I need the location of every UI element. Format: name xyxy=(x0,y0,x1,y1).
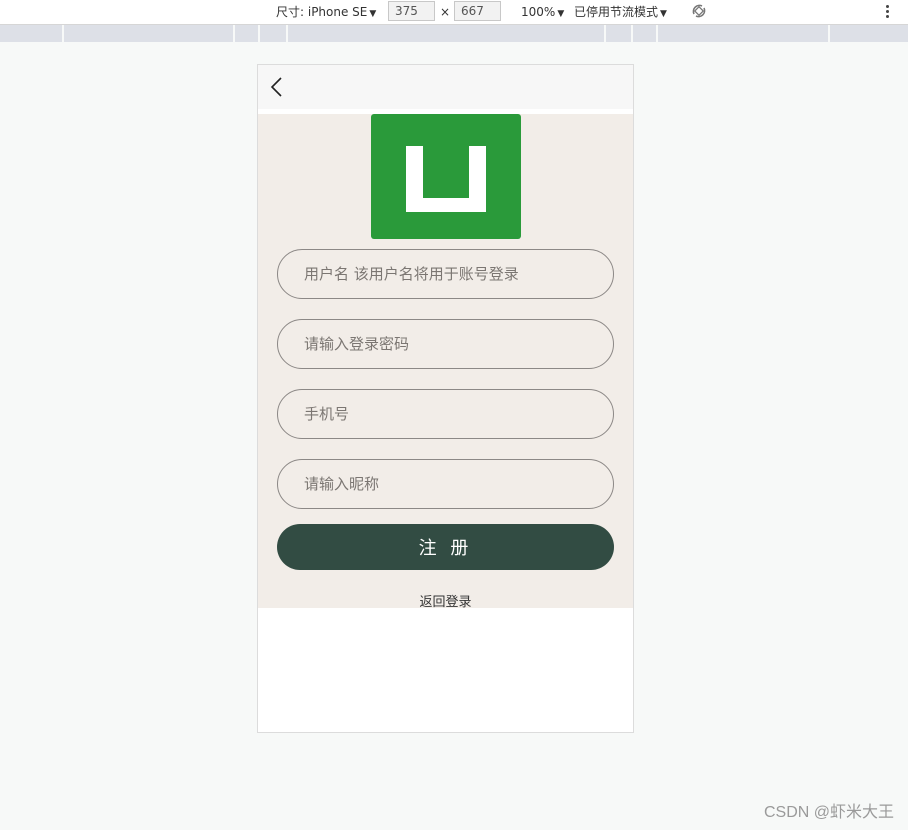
zoom-select[interactable]: 100% ▼ xyxy=(521,4,564,22)
more-options-icon[interactable] xyxy=(884,4,890,20)
password-input[interactable] xyxy=(277,319,614,369)
times-label: × xyxy=(440,5,451,19)
device-label: 尺寸: iPhone SE xyxy=(276,5,368,19)
throttle-label: 已停用节流模式 xyxy=(574,5,659,19)
caret-down-icon: ▼ xyxy=(557,9,565,19)
throttle-select[interactable]: 已停用节流模式 ▼ xyxy=(574,4,667,22)
nav-bar xyxy=(258,65,633,109)
register-button[interactable]: 注 册 xyxy=(277,524,614,570)
logo-u-icon xyxy=(406,146,486,212)
nickname-input[interactable] xyxy=(277,459,614,509)
width-input[interactable]: 375 xyxy=(388,1,435,21)
app-logo xyxy=(371,114,521,239)
watermark: CSDN @虾米大王 xyxy=(763,804,894,821)
device-select[interactable]: 尺寸: iPhone SE ▼ xyxy=(276,4,376,22)
caret-down-icon: ▼ xyxy=(660,9,667,19)
zoom-label: 100% xyxy=(521,5,556,19)
phone-viewport: 注 册 返回登录 xyxy=(257,64,634,733)
media-query-bar xyxy=(0,25,908,42)
height-input[interactable]: 667 xyxy=(454,1,501,21)
username-input[interactable] xyxy=(277,249,614,299)
back-arrow-icon[interactable] xyxy=(268,75,288,99)
back-to-login-link[interactable]: 返回登录 xyxy=(258,591,633,610)
devtools-toolbar: 尺寸: iPhone SE ▼ 375 × 667 100% ▼ 已停用节流模式 ▼ xyxy=(0,0,908,25)
rotate-icon[interactable] xyxy=(690,2,708,20)
phone-input[interactable] xyxy=(277,389,614,439)
caret-down-icon: ▼ xyxy=(369,9,377,19)
register-page: 注 册 返回登录 xyxy=(258,114,633,610)
